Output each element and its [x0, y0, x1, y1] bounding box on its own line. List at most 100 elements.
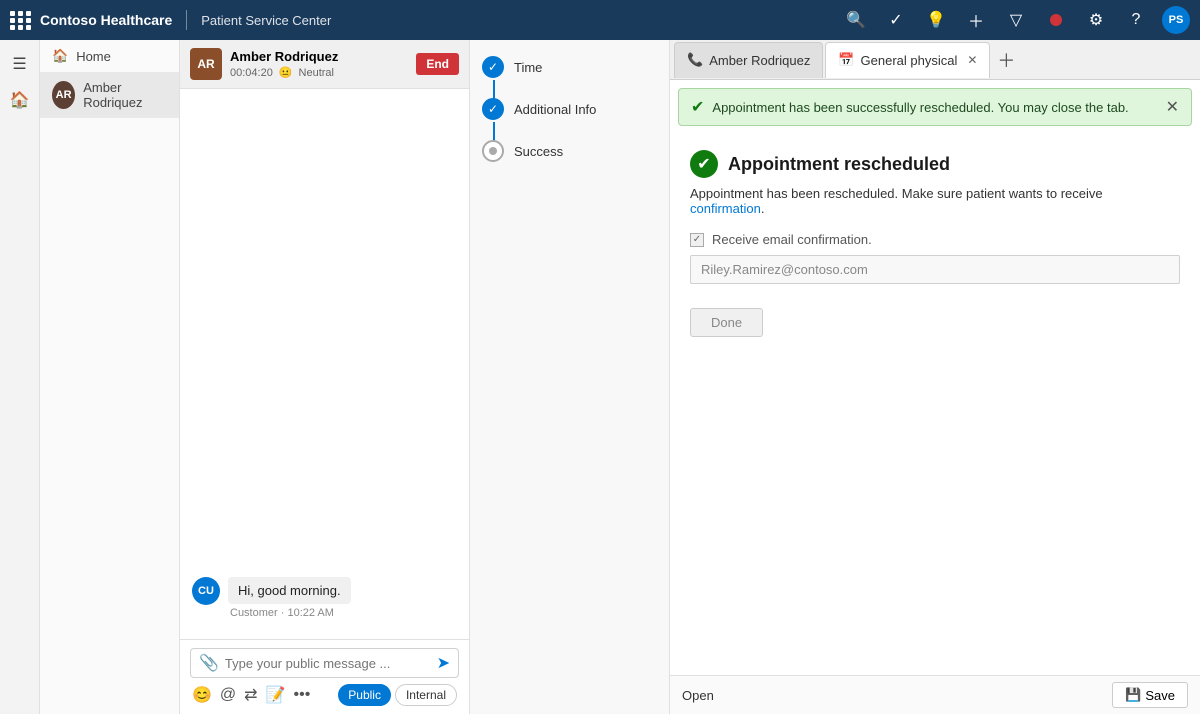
- tab-add-button[interactable]: ＋: [992, 46, 1020, 74]
- contact-label: Amber Rodriquez: [83, 80, 167, 110]
- nav-icons: 🔍 ✓ 💡 ＋ ▽ ⚙ ? PS: [842, 6, 1190, 34]
- content-panel: 📞 Amber Rodriquez 📅 General physical ✕ ＋…: [670, 40, 1200, 714]
- appointment-desc-prefix: Appointment has been rescheduled. Make s…: [690, 186, 1103, 201]
- save-label: Save: [1145, 688, 1175, 703]
- help-icon[interactable]: ?: [1122, 6, 1150, 34]
- email-confirm-checkbox[interactable]: ✓: [690, 233, 704, 247]
- nav-item-contact[interactable]: AR Amber Rodriquez: [40, 72, 179, 118]
- note-icon[interactable]: 📝: [266, 685, 286, 705]
- search-icon[interactable]: 🔍: [842, 6, 870, 34]
- save-button[interactable]: 💾 Save: [1112, 682, 1188, 708]
- top-navigation: Contoso Healthcare Patient Service Cente…: [0, 0, 1200, 40]
- more-icon[interactable]: •••: [294, 686, 311, 704]
- content-spacer: [670, 353, 1200, 675]
- appointment-success-icon: ✔: [690, 150, 718, 178]
- step-dot-icon: [489, 147, 497, 155]
- message-text: Hi, good morning.: [228, 577, 351, 604]
- tab-bar: 📞 Amber Rodriquez 📅 General physical ✕ ＋: [670, 40, 1200, 80]
- message-item: CU Hi, good morning. Customer · 10:22 AM: [192, 577, 457, 619]
- nav-item-home[interactable]: 🏠 Home: [40, 40, 179, 72]
- home-sidebar-icon[interactable]: 🏠: [4, 84, 36, 116]
- email-input[interactable]: [690, 255, 1180, 284]
- attach-icon[interactable]: 📎: [199, 653, 219, 673]
- check-icon[interactable]: ✓: [882, 6, 910, 34]
- nav-divider: [186, 10, 187, 30]
- user-avatar[interactable]: PS: [1162, 6, 1190, 34]
- message-sender-avatar: CU: [192, 577, 220, 605]
- chat-input-row: 📎 ➤: [190, 648, 459, 678]
- chat-area: CU Hi, good morning. Customer · 10:22 AM: [180, 89, 469, 639]
- bottom-open-label: Open: [682, 688, 714, 703]
- workflow-panel: ✓ Time ✓ Additional Info Success: [470, 40, 670, 714]
- emoji-icon[interactable]: 😊: [192, 685, 212, 705]
- app-grid-button[interactable]: [10, 11, 32, 30]
- chat-input[interactable]: [225, 656, 431, 671]
- filter-icon[interactable]: ▽: [1002, 6, 1030, 34]
- step-label-time: Time: [514, 60, 542, 75]
- lightbulb-icon[interactable]: 💡: [922, 6, 950, 34]
- public-tab-button[interactable]: Public: [338, 684, 391, 706]
- mention-icon[interactable]: @: [220, 686, 236, 704]
- caller-meta: 00:04:20 😐 Neutral: [230, 66, 408, 79]
- transfer-icon[interactable]: ⇄: [244, 685, 257, 705]
- save-icon: 💾: [1125, 687, 1141, 703]
- workflow-step-additional: ✓ Additional Info: [482, 98, 657, 120]
- internal-tab-button[interactable]: Internal: [395, 684, 457, 706]
- add-icon[interactable]: ＋: [962, 6, 990, 34]
- step-circle-success: [482, 140, 504, 162]
- step-circle-time: ✓: [482, 56, 504, 78]
- tab-label-amber: Amber Rodriquez: [709, 53, 810, 68]
- step-label-success: Success: [514, 144, 563, 159]
- tab-phone-icon: 📞: [687, 52, 703, 68]
- sender-initials: CU: [198, 585, 214, 597]
- bottom-bar: Open 💾 Save: [670, 675, 1200, 714]
- tab-calendar-icon: 📅: [838, 52, 854, 68]
- caller-info: Amber Rodriquez 00:04:20 😐 Neutral: [230, 49, 408, 79]
- tab-close-button[interactable]: ✕: [967, 53, 977, 67]
- success-banner-text: Appointment has been successfully resche…: [712, 100, 1128, 115]
- checkbox-check-icon: ✓: [693, 234, 701, 245]
- contact-avatar: AR: [52, 81, 75, 109]
- appointment-desc-suffix: .: [761, 201, 765, 216]
- step-check-icon-additional: ✓: [488, 102, 498, 116]
- email-confirm-row: ✓ Receive email confirmation.: [690, 232, 1180, 247]
- settings-icon[interactable]: ⚙: [1082, 6, 1110, 34]
- sentiment-icon: 😐: [279, 66, 293, 79]
- tab-amber[interactable]: 📞 Amber Rodriquez: [674, 42, 823, 78]
- sentiment-label: Neutral: [299, 67, 334, 79]
- done-button[interactable]: Done: [690, 308, 763, 337]
- hamburger-menu-icon[interactable]: ☰: [4, 48, 36, 80]
- success-icon: ✔: [691, 97, 704, 117]
- step-circle-additional: ✓: [482, 98, 504, 120]
- notification-icon[interactable]: [1042, 6, 1070, 34]
- main-layout: ☰ 🏠 🏠 Home AR Amber Rodriquez AR Amber R…: [0, 40, 1200, 714]
- app-name: Contoso Healthcare: [40, 12, 172, 28]
- send-icon[interactable]: ➤: [437, 653, 450, 673]
- step-label-additional: Additional Info: [514, 102, 596, 117]
- nav-panel: 🏠 Home AR Amber Rodriquez: [40, 40, 180, 714]
- workflow-step-success: Success: [482, 140, 657, 162]
- home-icon: 🏠: [52, 48, 68, 64]
- step-check-icon: ✓: [488, 60, 498, 74]
- end-call-button[interactable]: End: [416, 53, 459, 75]
- banner-close-button[interactable]: ✕: [1166, 97, 1179, 117]
- tab-general-physical[interactable]: 📅 General physical ✕: [825, 42, 990, 78]
- appointment-desc-link[interactable]: confirmation: [690, 201, 761, 216]
- caller-name: Amber Rodriquez: [230, 49, 408, 64]
- appointment-description: Appointment has been rescheduled. Make s…: [690, 186, 1180, 216]
- grid-icon: [10, 11, 32, 30]
- email-confirm-label: Receive email confirmation.: [712, 232, 872, 247]
- success-banner: ✔ Appointment has been successfully resc…: [678, 88, 1192, 126]
- caller-avatar: AR: [190, 48, 222, 80]
- appointment-title: Appointment rescheduled: [728, 154, 950, 175]
- sidebar: ☰ 🏠: [0, 40, 40, 714]
- call-header: AR Amber Rodriquez 00:04:20 😐 Neutral En…: [180, 40, 469, 89]
- call-panel: AR Amber Rodriquez 00:04:20 😐 Neutral En…: [180, 40, 470, 714]
- message-content: Hi, good morning. Customer · 10:22 AM: [228, 577, 351, 619]
- message-time: Customer · 10:22 AM: [230, 607, 351, 619]
- tab-label-general: General physical: [861, 53, 958, 68]
- chat-toolbar: 😊 @ ⇄ 📝 ••• Public Internal: [190, 678, 459, 706]
- module-name: Patient Service Center: [201, 13, 331, 28]
- call-timer: 00:04:20: [230, 67, 273, 79]
- visibility-tabs: Public Internal: [338, 684, 457, 706]
